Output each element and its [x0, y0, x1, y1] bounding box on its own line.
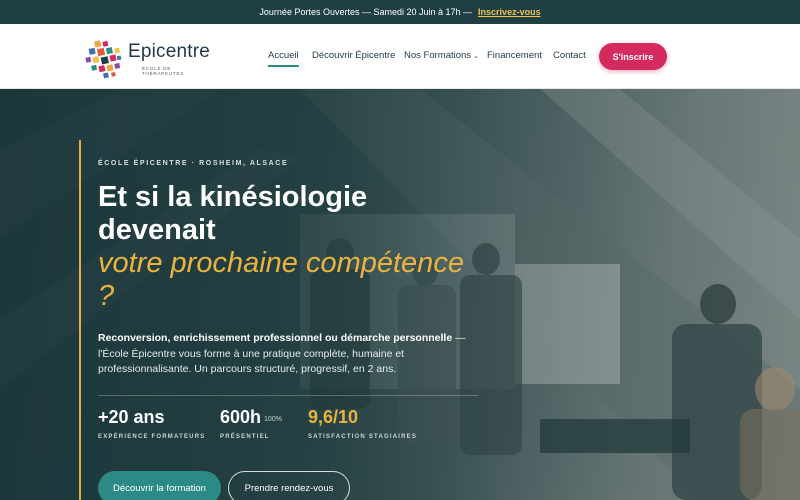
book-appointment-button[interactable]: Prendre rendez-vous: [228, 471, 350, 500]
nav-item-formations[interactable]: Nos Formations ⌄: [404, 50, 479, 61]
hero-title-accent: votre prochaine compétence ?: [98, 247, 464, 312]
nav-item-label: Accueil: [268, 50, 299, 61]
hero-title: Et si la kinésiologie devenait votre pro…: [98, 181, 478, 313]
chevron-down-icon: ⌄: [473, 53, 479, 60]
accent-line: [79, 140, 81, 500]
nav-item-decouvrir[interactable]: Découvrir Épicentre: [312, 50, 395, 61]
stat-label: PRÉSENTIEL: [220, 434, 270, 440]
stat-satisfaction: 9,6/10 SATISFACTION STAGIAIRES: [308, 407, 417, 440]
stat-experience: +20 ans EXPÉRIENCE FORMATEURS: [98, 407, 205, 440]
hero-section: ÉCOLE ÉPICENTRE · ROSHEIM, ALSACE Et si …: [0, 89, 800, 500]
signup-button[interactable]: S'inscrire: [599, 43, 667, 70]
site-header: Epicentre ÉCOLE DE THÉRAPEUTES Accueil D…: [0, 24, 800, 89]
nav-item-label: Contact: [553, 50, 586, 61]
main-nav: Accueil Découvrir Épicentre Nos Formatio…: [0, 24, 800, 89]
nav-item-label: Financement: [487, 50, 542, 61]
hero-lead-strong: Reconversion, enrichissement professionn…: [98, 332, 453, 344]
nav-item-label: Découvrir Épicentre: [312, 50, 396, 61]
announcement-text: Journée Portes Ouvertes — Samedi 20 Juin…: [259, 7, 473, 17]
hero-eyebrow: ÉCOLE ÉPICENTRE · ROSHEIM, ALSACE: [98, 160, 289, 167]
nav-item-financement[interactable]: Financement: [487, 50, 542, 61]
stat-presentiel: 600h 100% PRÉSENTIEL: [220, 407, 282, 440]
stat-label: EXPÉRIENCE FORMATEURS: [98, 434, 206, 440]
stat-value: 600h: [220, 407, 262, 427]
nav-item-label: Nos Formations: [404, 50, 472, 61]
hero-lead: Reconversion, enrichissement professionn…: [98, 331, 473, 378]
hero-title-main: Et si la kinésiologie devenait: [98, 181, 368, 246]
stat-sup: 100%: [264, 416, 282, 423]
stat-label: SATISFACTION STAGIAIRES: [308, 434, 418, 440]
nav-item-accueil[interactable]: Accueil: [268, 50, 299, 67]
nav-item-contact[interactable]: Contact: [553, 50, 586, 61]
discover-training-button[interactable]: Découvrir la formation: [98, 471, 221, 500]
announcement-signup-link[interactable]: Inscrivez-vous: [478, 7, 541, 17]
announcement-bar: Journée Portes Ouvertes — Samedi 20 Juin…: [0, 0, 800, 24]
stat-value: +20 ans: [98, 407, 165, 427]
stat-value: 9,6/10: [308, 407, 359, 427]
stats-divider: [98, 395, 478, 396]
